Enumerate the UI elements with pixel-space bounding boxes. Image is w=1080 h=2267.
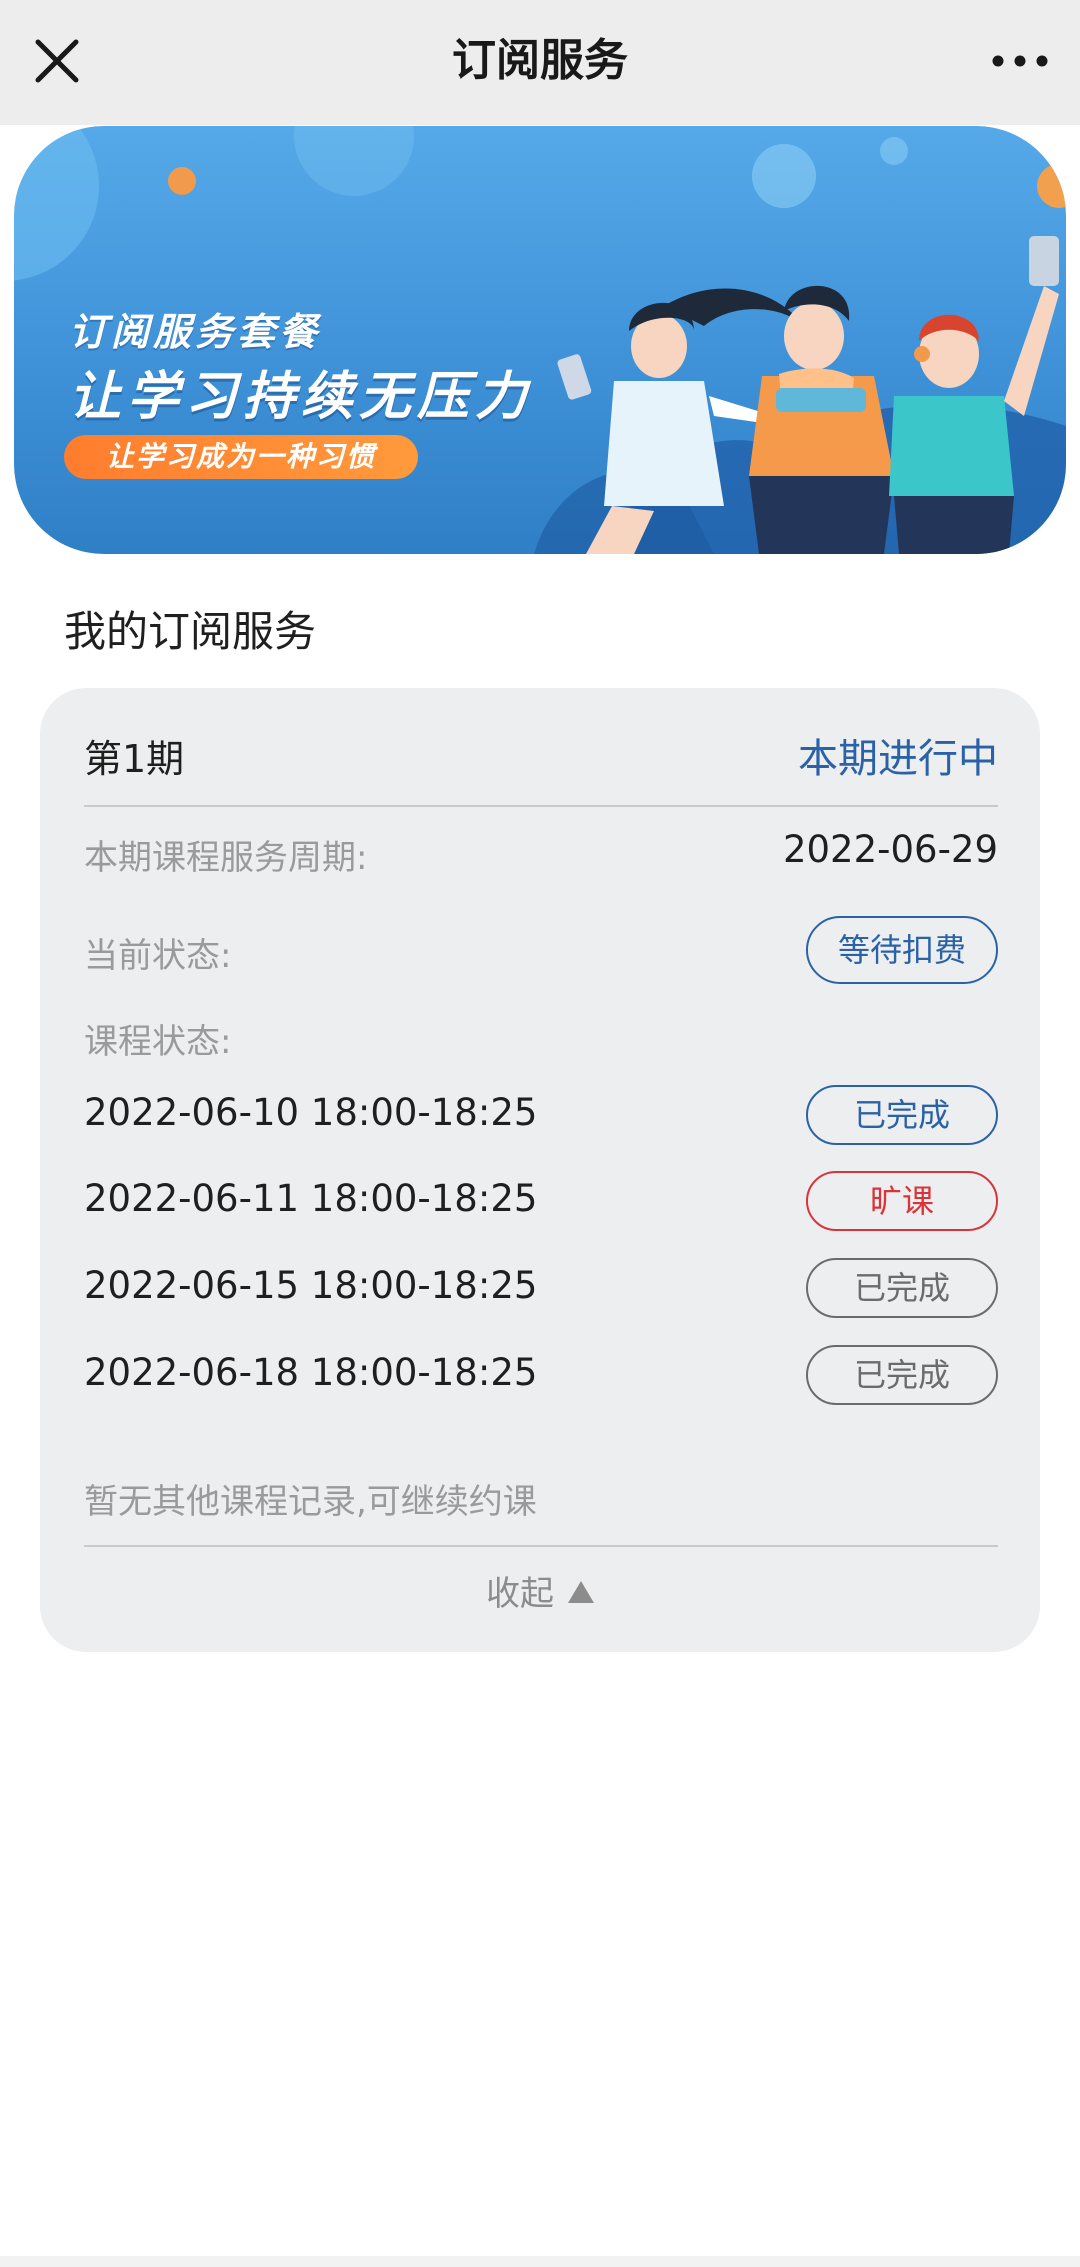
session-status-badge[interactable]: 已完成	[806, 1258, 998, 1318]
bottom-strip	[0, 2256, 1080, 2267]
course-status-label: 课程状态:	[84, 1022, 232, 1062]
service-period-label: 本期课程服务周期:	[84, 838, 368, 878]
divider	[84, 805, 998, 807]
period-status: 本期进行中	[798, 736, 998, 782]
collapse-button[interactable]: 收起	[40, 1566, 1040, 1615]
triangle-up-icon	[568, 1581, 594, 1603]
session-time: 2022-06-15 18:00-18:25	[84, 1264, 538, 1307]
banner-pill: 让学习成为一种习惯	[64, 435, 419, 479]
session-time: 2022-06-11 18:00-18:25	[84, 1177, 538, 1220]
promo-banner[interactable]: 订阅服务套餐 让学习持续无压力 让学习成为一种习惯	[14, 126, 1066, 554]
banner-title: 订阅服务套餐	[69, 310, 322, 354]
session-time: 2022-06-18 18:00-18:25	[84, 1351, 538, 1394]
more-horizontal-icon[interactable]	[984, 32, 1056, 90]
collapse-label: 收起	[486, 1574, 554, 1614]
top-bar: 订阅服务	[0, 0, 1080, 125]
session-status-badge[interactable]: 已完成	[806, 1085, 998, 1145]
current-status-label: 当前状态:	[84, 936, 232, 976]
session-status-badge[interactable]: 已完成	[806, 1345, 998, 1405]
session-time: 2022-06-10 18:00-18:25	[84, 1091, 538, 1134]
period-label: 第1期	[84, 737, 185, 781]
divider	[84, 1545, 998, 1547]
session-status-badge[interactable]: 旷课	[806, 1171, 998, 1231]
page-title: 订阅服务	[452, 35, 628, 86]
subscription-card: 第1期 本期进行中 本期课程服务周期: 2022-06-29 当前状态: 等待扣…	[40, 688, 1040, 1652]
section-title: 我的订阅服务	[64, 607, 317, 656]
current-status-badge[interactable]: 等待扣费	[806, 916, 998, 984]
no-more-records-text: 暂无其他课程记录,可继续约课	[84, 1482, 537, 1522]
service-period-value: 2022-06-29	[782, 828, 998, 871]
banner-slogan: 让学习持续无压力	[69, 367, 534, 427]
